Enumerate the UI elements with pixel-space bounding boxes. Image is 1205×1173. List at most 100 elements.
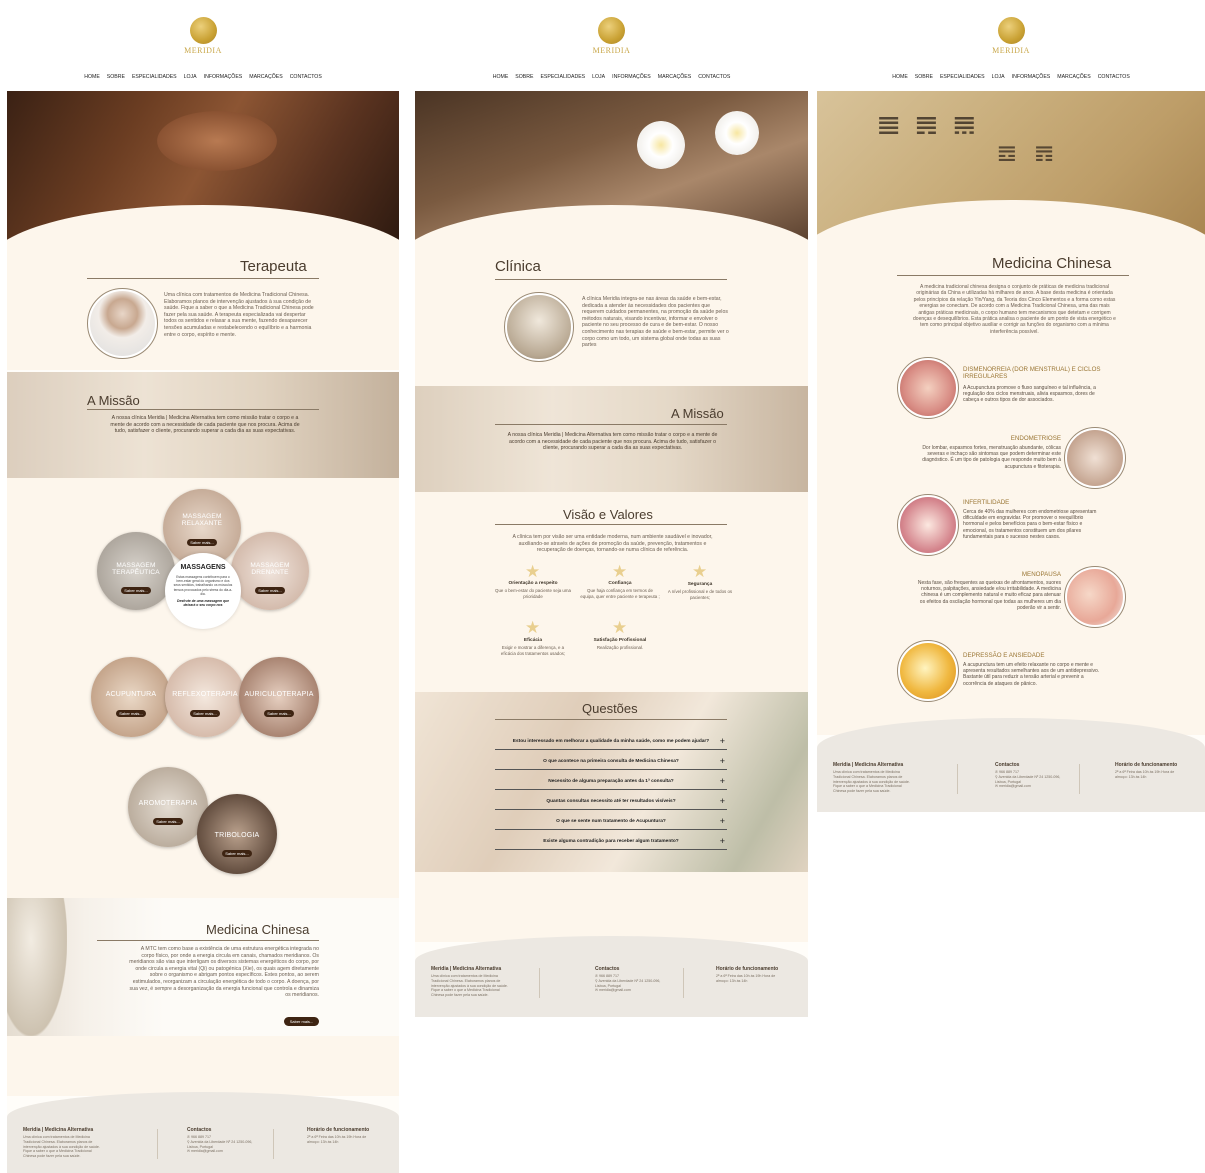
- saber-mais-button[interactable]: Saber mais...: [264, 710, 294, 717]
- star-icon: ★: [612, 562, 628, 581]
- logo[interactable]: MERIDIA: [981, 17, 1041, 55]
- divider: [87, 409, 319, 410]
- value-text: A nível profissional e de todos os pacie…: [667, 589, 733, 600]
- nav-marcacoes[interactable]: MARCAÇÕES: [658, 74, 691, 80]
- nav-marcacoes[interactable]: MARCAÇÕES: [249, 74, 282, 80]
- logo-text: MERIDIA: [992, 46, 1030, 55]
- nav-especialidades[interactable]: ESPECIALIDADES: [132, 74, 177, 80]
- footer: Meridia | Medicina Alternativa Uma clíni…: [817, 718, 1205, 812]
- page-home-terapeuta: MERIDIA HOME SOBRE ESPECIALIDADES LOJA I…: [7, 0, 399, 1173]
- item-text: Nesta fase, são frequentes as queixas de…: [917, 580, 1061, 611]
- footer-horario-title: Horário de funcionamento: [307, 1127, 370, 1133]
- footer-email[interactable]: ✉ meridia@gmail.com: [995, 784, 1065, 789]
- nav-informacoes[interactable]: INFORMAÇÕES: [204, 74, 243, 80]
- saber-mais-button[interactable]: Saber mais...: [255, 587, 285, 594]
- plus-icon[interactable]: +: [720, 735, 725, 747]
- saber-mais-button[interactable]: Saber mais...: [116, 710, 146, 717]
- faq-item[interactable]: Quantas consultas necessito até ter resu…: [495, 796, 727, 810]
- nav-contactos[interactable]: CONTACTOS: [290, 74, 322, 80]
- mtc-text: A MTC tem como base a existência de uma …: [129, 946, 319, 999]
- reflexoterapia-label: REFLEXOTERAPIA: [172, 691, 238, 698]
- questoes-title: Questões: [582, 701, 638, 716]
- saber-mais-button[interactable]: Saber mais...: [190, 710, 220, 717]
- footer: Meridia | Medicina Alternativa Uma clíni…: [415, 936, 808, 1017]
- plus-icon[interactable]: +: [720, 755, 725, 767]
- massagem-drenante-card[interactable]: MASSAGEM DRENANTE Saber mais...: [231, 532, 309, 610]
- nav-sobre[interactable]: SOBRE: [915, 74, 933, 80]
- logo[interactable]: MERIDIA: [582, 17, 642, 55]
- faq-item[interactable]: Existe alguma contradição para receber a…: [495, 836, 727, 850]
- nav-especialidades[interactable]: ESPECIALIDADES: [540, 74, 585, 80]
- footer-contactos-title: Contactos: [995, 762, 1020, 768]
- divider: [495, 424, 727, 425]
- hands-shape: [157, 111, 277, 171]
- plus-icon[interactable]: +: [720, 775, 725, 787]
- tribologia-card[interactable]: TRIBOLOGIA Saber mais...: [197, 794, 277, 874]
- nav-contactos[interactable]: CONTACTOS: [1098, 74, 1130, 80]
- faq-item[interactable]: O que se sente num tratamento de Acupunt…: [495, 816, 727, 830]
- star-icon: ★: [692, 562, 708, 581]
- acupuntura-label: ACUPUNTURA: [105, 691, 157, 698]
- value-text: Que o bem-estar do paciente seja uma pri…: [495, 588, 571, 599]
- item-text: A Acupunctura promove o fluxo sanguíneo …: [963, 385, 1096, 404]
- star-icon: ★: [612, 618, 628, 637]
- nav-loja[interactable]: LOJA: [992, 74, 1005, 80]
- faq-question: Estou interessado em melhorar a qualidad…: [512, 739, 710, 744]
- aromoterapia-card[interactable]: AROMOTERAPIA Saber mais...: [128, 767, 208, 847]
- nav-informacoes[interactable]: INFORMAÇÕES: [1012, 74, 1051, 80]
- auriculoterapia-card[interactable]: AURICULOTERAPIA Saber mais...: [239, 657, 319, 737]
- saber-mais-button[interactable]: Saber mais...: [121, 587, 151, 594]
- nav-loja[interactable]: LOJA: [592, 74, 605, 80]
- phone-text: 966 889 717: [191, 1135, 212, 1139]
- saber-mais-button[interactable]: Saber mais...: [153, 818, 183, 825]
- footer-horario-text: 2ª a 6ª Feira das 10h às 19h Hora de alm…: [716, 974, 776, 983]
- page-medicina-chinesa: MERIDIA HOME SOBRE ESPECIALIDADES LOJA I…: [817, 0, 1205, 812]
- nav-sobre[interactable]: SOBRE: [107, 74, 125, 80]
- nav-loja[interactable]: LOJA: [184, 74, 197, 80]
- nav-especialidades[interactable]: ESPECIALIDADES: [940, 74, 985, 80]
- saber-mais-button[interactable]: Saber mais...: [187, 539, 217, 546]
- footer-email[interactable]: ✉ meridia@gmail.com: [187, 1149, 257, 1154]
- terapeuta-text: Uma clínica com tratamentos de Medicina …: [164, 292, 314, 338]
- clinic-room-image: [504, 292, 574, 362]
- plus-icon[interactable]: +: [720, 835, 725, 847]
- item-text: Dor lombar, espasmos fortes, menstruação…: [922, 445, 1061, 470]
- massagens-card: MASSAGENS Estas massagens contribuem par…: [165, 553, 241, 629]
- nav-informacoes[interactable]: INFORMAÇÕES: [612, 74, 651, 80]
- main-nav: HOME SOBRE ESPECIALIDADES LOJA INFORMAÇÕ…: [415, 74, 808, 80]
- nav-home[interactable]: HOME: [84, 74, 100, 80]
- mtc-saber-mais-button[interactable]: Saber mais...: [284, 1017, 319, 1026]
- divider: [495, 719, 727, 720]
- saber-mais-button[interactable]: Saber mais...: [222, 850, 252, 857]
- site-header: MERIDIA HOME SOBRE ESPECIALIDADES LOJA I…: [817, 0, 1205, 91]
- acupuntura-card[interactable]: ACUPUNTURA Saber mais...: [91, 657, 171, 737]
- faq-question: O que se sente num tratamento de Acupunt…: [556, 819, 666, 824]
- item-title: MENOPAUSA: [1021, 571, 1061, 578]
- address-text: Avenida da Liberdade Nº 24 1250-096, Lis…: [187, 1139, 253, 1149]
- logo[interactable]: MERIDIA: [173, 17, 233, 55]
- infertilidade-image: [897, 494, 959, 556]
- footer-email[interactable]: ✉ meridia@gmail.com: [595, 988, 665, 993]
- nav-home[interactable]: HOME: [892, 74, 908, 80]
- reflexoterapia-card[interactable]: REFLEXOTERAPIA Saber mais...: [165, 657, 245, 737]
- menopausa-image: [1064, 566, 1126, 628]
- divider: [495, 524, 727, 525]
- footer-brand-text: Uma clínica com tratamentos de Medicina …: [23, 1135, 100, 1159]
- faq-question: Necessito de alguma preparação antes da …: [548, 779, 674, 784]
- value-title: Confiança: [608, 581, 632, 586]
- nav-home[interactable]: HOME: [493, 74, 509, 80]
- footer-contacts: ✆ 966 889 717 ⚲ Avenida da Liberdade Nº 2…: [595, 974, 665, 993]
- nav-sobre[interactable]: SOBRE: [515, 74, 533, 80]
- plus-icon[interactable]: +: [720, 815, 725, 827]
- faq-item[interactable]: O que acontece na primeira consulta de M…: [495, 756, 727, 770]
- massagens-text: Estas massagens contribuem para o bem-es…: [173, 575, 233, 596]
- faq-item[interactable]: Estou interessado em melhorar a qualidad…: [495, 736, 727, 750]
- plus-icon[interactable]: +: [720, 795, 725, 807]
- nav-marcacoes[interactable]: MARCAÇÕES: [1057, 74, 1090, 80]
- massagem-terapeutica-card[interactable]: MASSAGEM TERAPÊUTICA Saber mais...: [97, 532, 175, 610]
- faq-question: O que acontece na primeira consulta de M…: [543, 759, 679, 764]
- missao-title: A Missão: [87, 393, 140, 408]
- faq-item[interactable]: Necessito de alguma preparação antes da …: [495, 776, 727, 790]
- nav-contactos[interactable]: CONTACTOS: [698, 74, 730, 80]
- footer-separator: [157, 1129, 158, 1159]
